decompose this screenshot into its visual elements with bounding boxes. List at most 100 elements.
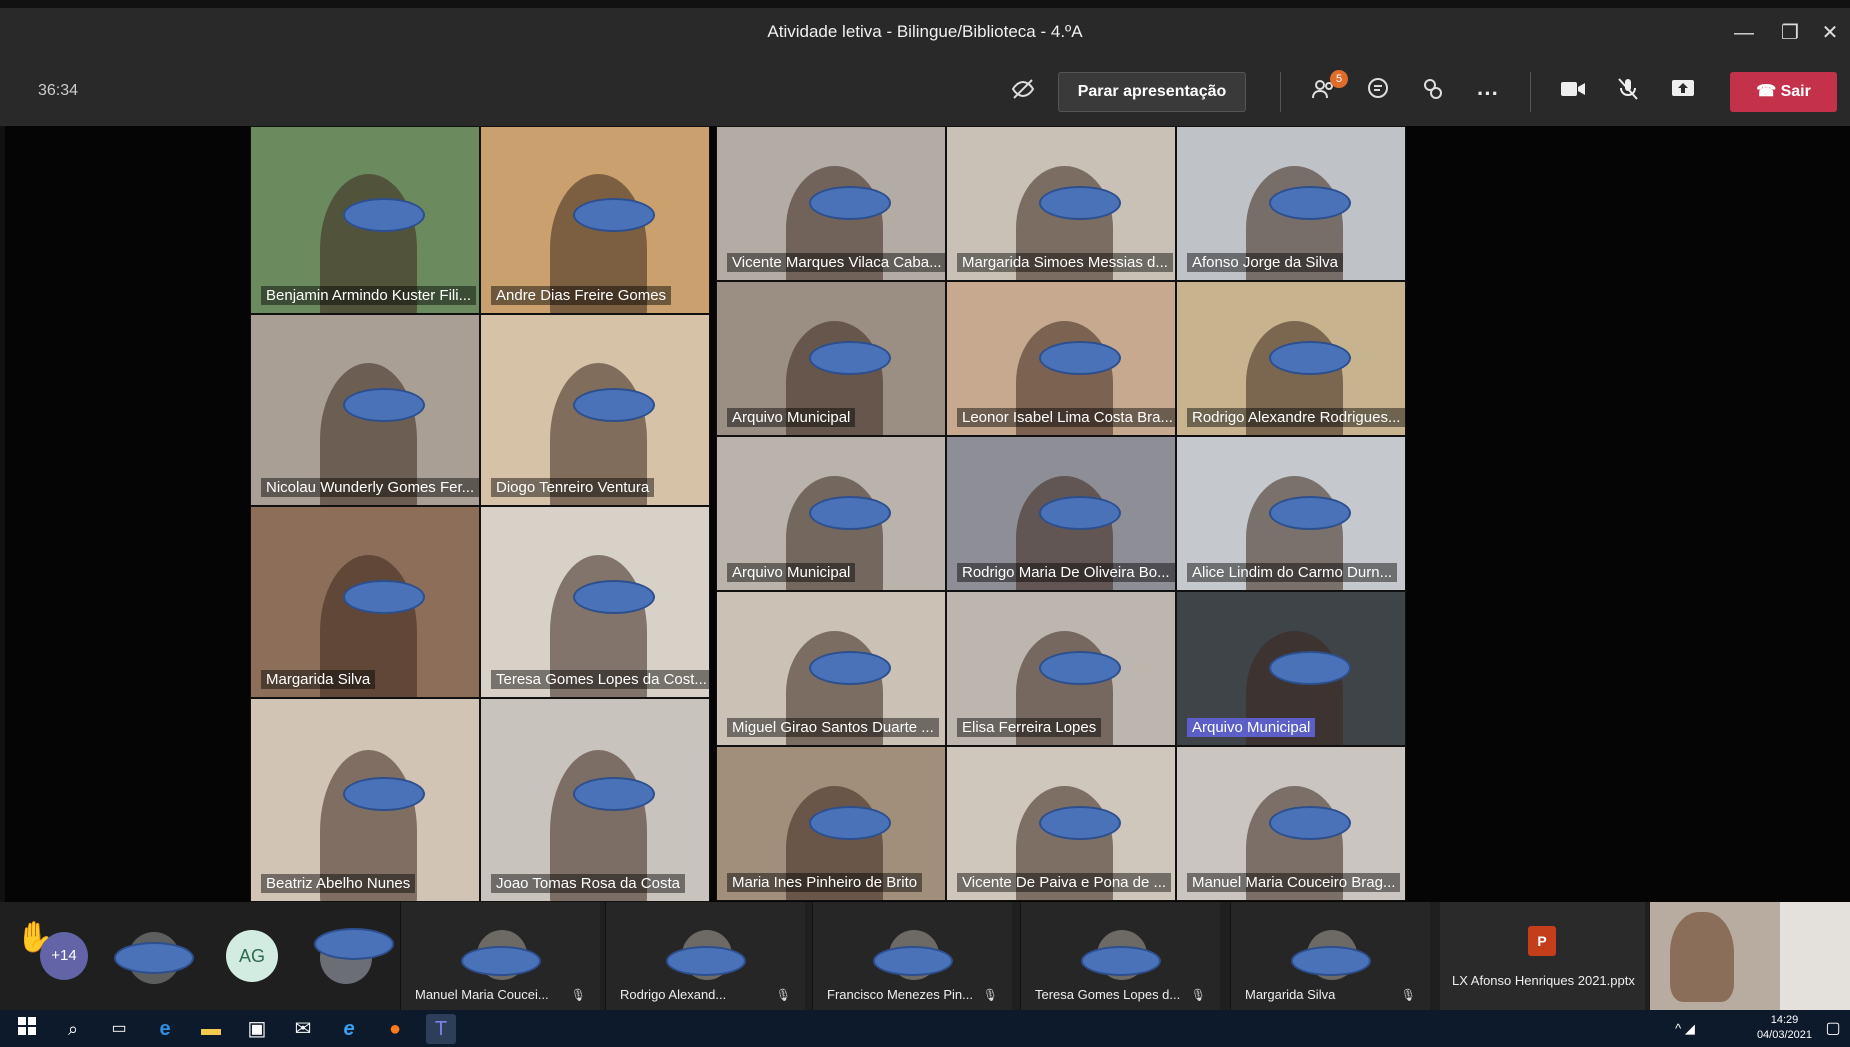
blur-mask [1269,805,1351,840]
video-gallery: Benjamin Armindo Kuster Fili... Andre Dia… [5,126,1850,902]
clock-date: 04/03/2021 [1756,1029,1812,1041]
chat-icon[interactable] [1360,76,1396,112]
share-screen-icon[interactable] [1665,76,1701,112]
self-video-figure [1670,912,1734,1002]
toolbar-divider [1280,72,1281,112]
participant-name-label: Alice Lindim do Carmo Durn... [1187,563,1398,582]
system-tray-icons[interactable]: ^ ◢ ◁ [1670,1014,1700,1044]
video-tile[interactable]: Nicolau Wunderly Gomes Fer... [250,314,480,506]
video-tile[interactable]: Leonor Isabel Lima Costa Bra... [946,281,1176,436]
clock-time: 14:29 [1770,1014,1799,1026]
teams-icon[interactable]: T [426,1014,456,1044]
participant-name-label: Margarida Silva [261,670,376,689]
participant-name-label: Beatriz Abelho Nunes [261,874,416,893]
video-tile[interactable]: Rodrigo Alexandre Rodrigues... [1176,281,1406,436]
video-tile[interactable]: Afonso Jorge da Silva [1176,126,1406,281]
video-tile[interactable]: Arquivo Municipal [1176,591,1406,746]
task-view-icon[interactable]: ▭ [104,1014,134,1044]
maximize-icon[interactable]: ❐ [1770,18,1810,48]
blur-mask [666,946,746,976]
shared-file-name: LX Afonso Henriques 2021.pptx [1452,973,1635,988]
video-tile[interactable]: Andre Dias Freire Gomes [480,126,710,314]
participant-thumb[interactable] [110,902,200,1010]
shared-file-tile[interactable]: P LX Afonso Henriques 2021.pptx [1440,902,1645,1010]
taskbar-clock[interactable]: 14:29 04/03/2021 [1757,1013,1812,1043]
participant-thumb[interactable]: Manuel Maria Coucei... 🎙 [400,902,600,1010]
video-tile[interactable]: Elisa Ferreira Lopes [946,591,1176,746]
participant-thumb[interactable]: Teresa Gomes Lopes d... 🎙 [1020,902,1220,1010]
participant-thumb[interactable]: Francisco Menezes Pin... 🎙 [812,902,1012,1010]
mail-icon[interactable]: ✉ [288,1014,318,1044]
meeting-toolbar: 36:34 Parar apresentação 5 ··· ☎ Sair [0,60,1850,126]
blur-mask [1039,495,1121,530]
participant-thumb[interactable] [310,902,400,1010]
initials-avatar: AG [226,930,278,982]
blur-mask [809,650,891,685]
video-tile[interactable]: Rodrigo Maria De Oliveira Bo... [946,436,1176,591]
hide-presenter-icon[interactable] [1005,76,1041,112]
meeting-timer: 36:34 [38,82,79,99]
mic-muted-icon: 🎙 [775,988,791,1002]
blur-mask [573,579,655,614]
participant-name-label: Miguel Girao Santos Duarte ... [727,718,939,737]
video-tile[interactable]: Alice Lindim do Carmo Durn... [1176,436,1406,591]
more-actions-icon[interactable]: ··· [1470,76,1506,112]
participant-thumb[interactable]: AG [220,902,290,1010]
reactions-icon[interactable] [1415,76,1451,112]
participant-thumb[interactable]: Rodrigo Alexand... 🎙 [605,902,805,1010]
participant-name-label: Joao Tomas Rosa da Costa [491,874,685,893]
raise-hand-group[interactable]: ✋ +14 [10,902,90,1010]
close-icon[interactable]: ✕ [1810,18,1850,48]
blur-mask [1039,185,1121,220]
leave-button[interactable]: ☎ Sair [1730,72,1837,112]
video-tile[interactable]: Arquivo Municipal [716,281,946,436]
video-tile[interactable]: Margarida Silva [250,506,480,698]
search-icon[interactable]: ⌕ [58,1014,88,1044]
blur-mask [809,340,891,375]
participant-name-label: Rodrigo Maria De Oliveira Bo... [957,563,1175,582]
firefox-icon[interactable]: ● [380,1014,410,1044]
video-tile[interactable]: Miguel Girao Santos Duarte ... [716,591,946,746]
window-title: Atividade letiva - Bilingue/Biblioteca -… [767,22,1083,41]
video-tile[interactable]: Vicente De Paiva e Pona de ... [946,746,1176,901]
participant-name-label: Vicente De Paiva e Pona de ... [957,873,1172,892]
participant-name-label: Maria Ines Pinheiro de Brito [727,873,923,892]
blur-mask [343,776,425,811]
video-tile[interactable]: Manuel Maria Couceiro Brag... [1176,746,1406,901]
participant-name-label: Arquivo Municipal [727,408,856,427]
participant-thumb[interactable]: Margarida Silva 🎙 [1230,902,1430,1010]
blur-mask [1291,946,1371,976]
notifications-icon[interactable]: ▢ [1818,1014,1848,1044]
camera-icon[interactable] [1555,76,1591,112]
edge-icon[interactable]: e [150,1014,180,1044]
minimize-icon[interactable]: — [1724,18,1764,48]
participant-name-label: Vicente Marques Vilaca Caba... [727,253,945,272]
mic-muted-icon[interactable] [1610,76,1646,112]
video-tile[interactable]: Beatriz Abelho Nunes [250,698,480,902]
video-tile[interactable]: Benjamin Armindo Kuster Fili... [250,126,480,314]
windows-start-icon[interactable] [12,1014,42,1044]
stop-presenting-button[interactable]: Parar apresentação [1058,72,1246,112]
participant-name-label: Arquivo Municipal [727,563,856,582]
video-tile[interactable]: Joao Tomas Rosa da Costa [480,698,710,902]
overflow-count-avatar[interactable]: +14 [40,932,88,980]
video-tile[interactable]: Margarida Simoes Messias d... [946,126,1176,281]
blur-mask [873,946,953,976]
self-view[interactable] [1650,902,1850,1010]
video-tile[interactable]: Maria Ines Pinheiro de Brito [716,746,946,901]
internet-explorer-icon[interactable]: e [334,1014,364,1044]
participant-name-label: Teresa Gomes Lopes da Cost... [491,670,709,689]
blur-mask [343,387,425,422]
participant-name-label: Elisa Ferreira Lopes [957,718,1102,737]
blur-mask [1039,650,1121,685]
window-titlebar: Atividade letiva - Bilingue/Biblioteca -… [0,0,1850,60]
participant-thumb-label: Manuel Maria Coucei... [415,987,549,1002]
video-tile[interactable]: Vicente Marques Vilaca Caba... [716,126,946,281]
video-tile[interactable]: Teresa Gomes Lopes da Cost... [480,506,710,698]
participant-name-label: Benjamin Armindo Kuster Fili... [261,286,477,305]
video-tile[interactable]: Diogo Tenreiro Ventura [480,314,710,506]
video-tile[interactable]: Arquivo Municipal [716,436,946,591]
participant-name-label: Nicolau Wunderly Gomes Fer... [261,478,479,497]
store-icon[interactable]: ▣ [242,1014,272,1044]
file-explorer-icon[interactable]: ▬ [196,1014,226,1044]
